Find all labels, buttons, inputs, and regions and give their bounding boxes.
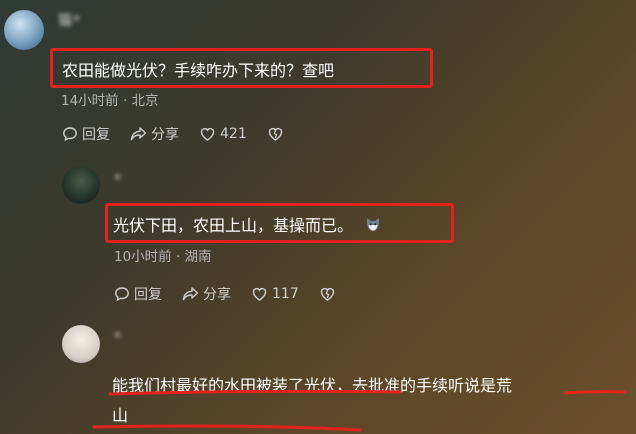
red-underline-annotation xyxy=(92,389,627,432)
